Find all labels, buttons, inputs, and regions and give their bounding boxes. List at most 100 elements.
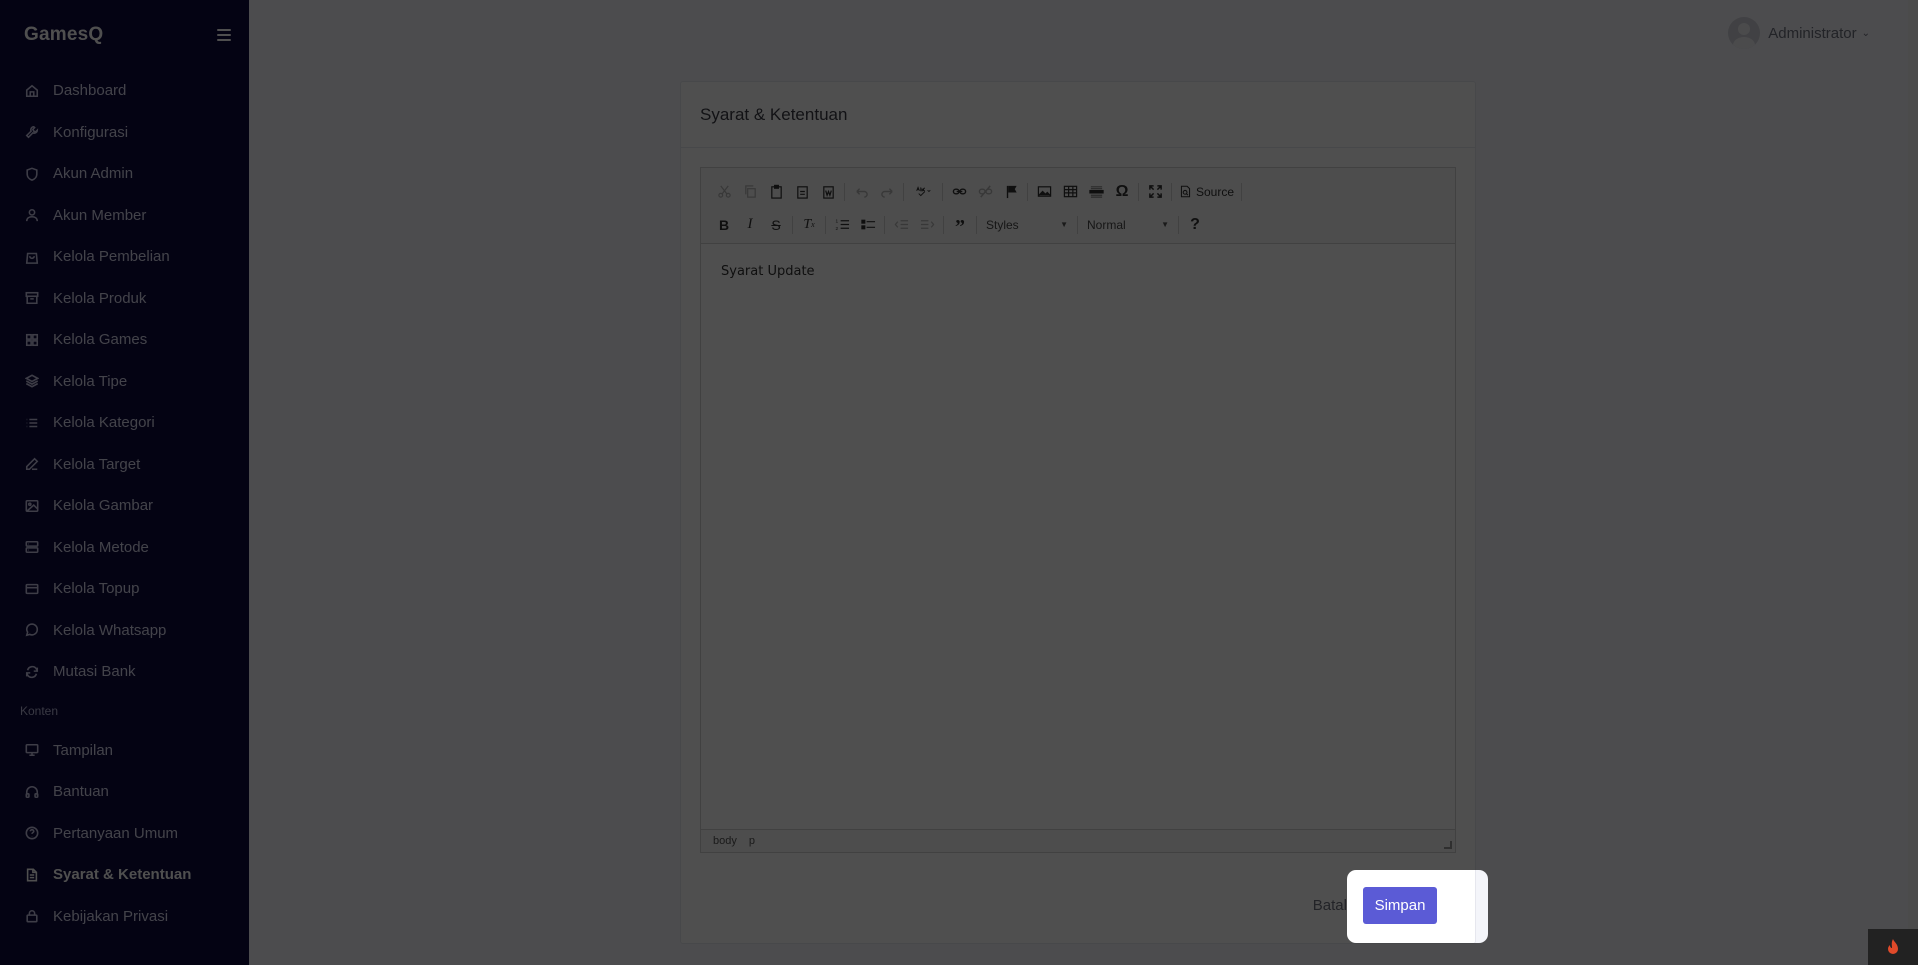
copy-icon[interactable] — [737, 180, 763, 204]
shopping-bag-icon — [25, 250, 39, 264]
element-path: body p — [701, 829, 1455, 852]
horizontal-line-icon[interactable] — [1083, 180, 1109, 204]
source-label: Source — [1196, 184, 1235, 199]
styles-dropdown[interactable]: Styles ▼ — [980, 213, 1074, 237]
sidebar-item-kebijakan-privasi[interactable]: Kebijakan Privasi — [0, 896, 249, 938]
editor-content[interactable]: Syarat Update — [701, 244, 1455, 830]
bulleted-list-icon[interactable] — [855, 213, 881, 237]
main-content: Administrator ⌄ Syarat & Ketentuan Ω Sou… — [249, 0, 1918, 965]
outdent-icon[interactable] — [888, 213, 914, 237]
server-icon — [25, 540, 39, 554]
strikethrough-icon[interactable]: S — [763, 213, 789, 237]
menu-toggle-icon[interactable] — [217, 29, 231, 41]
message-circle-icon — [25, 623, 39, 637]
undo-icon[interactable] — [848, 180, 874, 204]
maximize-icon[interactable] — [1142, 180, 1168, 204]
sidebar-item-bantuan[interactable]: Bantuan — [0, 771, 249, 813]
sidebar-item-kelola-topup[interactable]: Kelola Topup — [0, 568, 249, 610]
home-icon — [25, 84, 39, 98]
help-icon[interactable]: ? — [1182, 213, 1208, 237]
svg-text:1: 1 — [835, 219, 838, 224]
sidebar-item-label: Kelola Gambar — [53, 497, 154, 515]
chevron-down-icon: ⌄ — [1861, 27, 1870, 39]
save-button[interactable]: Simpan — [1363, 887, 1437, 924]
table-icon[interactable] — [1057, 180, 1083, 204]
paste-text-icon[interactable] — [789, 180, 815, 204]
avatar — [1728, 17, 1761, 49]
sidebar-item-kelola-gambar[interactable]: Kelola Gambar — [0, 485, 249, 527]
sidebar-item-kelola-pembelian[interactable]: Kelola Pembelian — [0, 236, 249, 278]
format-dropdown[interactable]: Normal ▼ — [1081, 213, 1175, 237]
sidebar-item-label: Dashboard — [53, 82, 127, 100]
corner-widget[interactable] — [1868, 929, 1918, 965]
sidebar-item-label: Kebijakan Privasi — [53, 907, 169, 925]
user-menu[interactable]: Administrator ⌄ — [1728, 17, 1870, 49]
rich-text-editor: Ω Source B I S T x 1 2 ” Styles ▼ Normal… — [700, 167, 1456, 853]
sidebar-item-kelola-whatsapp[interactable]: Kelola Whatsapp — [0, 610, 249, 652]
scrollbar[interactable] — [1908, 0, 1918, 965]
sidebar-item-kelola-target[interactable]: Kelola Target — [0, 444, 249, 486]
sidebar-item-kelola-produk[interactable]: Kelola Produk — [0, 278, 249, 320]
omega-icon[interactable]: Ω — [1109, 180, 1135, 204]
sidebar-item-label: Bantuan — [53, 783, 109, 801]
archive-icon — [25, 291, 39, 305]
sidebar-item-tampilan[interactable]: Tampilan — [0, 730, 249, 772]
italic-icon[interactable]: I — [737, 213, 763, 237]
paste-icon[interactable] — [763, 180, 789, 204]
anchor-flag-icon[interactable] — [998, 180, 1024, 204]
sidebar-item-label: Syarat & Ketentuan — [53, 866, 192, 884]
editor-paragraph[interactable]: Syarat Update — [721, 264, 1435, 279]
sidebar-item-mutasi-bank[interactable]: Mutasi Bank — [0, 651, 249, 693]
image-icon — [25, 499, 39, 513]
path-p[interactable]: p — [749, 835, 755, 847]
sidebar-item-kelola-games[interactable]: Kelola Games — [0, 319, 249, 361]
image-insert-icon[interactable] — [1031, 180, 1057, 204]
edit-icon — [25, 457, 39, 471]
resize-handle-icon[interactable] — [1444, 841, 1452, 849]
bold-icon[interactable]: B — [711, 213, 737, 237]
sidebar-item-label: Kelola Games — [53, 331, 148, 349]
terms-card: Syarat & Ketentuan Ω Source B I S T x 1 … — [680, 81, 1476, 944]
sidebar-item-label: Kelola Kategori — [53, 414, 155, 432]
shield-icon — [25, 167, 39, 181]
spellcheck-icon[interactable] — [907, 180, 939, 204]
link-icon[interactable] — [946, 180, 972, 204]
path-body[interactable]: body — [713, 835, 737, 847]
sidebar-item-label: Konfigurasi — [53, 123, 129, 141]
page-title: Syarat & Ketentuan — [700, 104, 848, 124]
indent-icon[interactable] — [914, 213, 940, 237]
form-actions: Batal Simpan — [1313, 887, 1437, 924]
sidebar-item-kelola-tipe[interactable]: Kelola Tipe — [0, 361, 249, 403]
user-icon — [25, 208, 39, 222]
refresh-icon — [25, 665, 39, 679]
sidebar-item-akun-member[interactable]: Akun Member — [0, 195, 249, 237]
unlink-icon[interactable] — [972, 180, 998, 204]
sidebar-item-akun-admin[interactable]: Akun Admin — [0, 153, 249, 195]
lock-icon — [25, 909, 39, 923]
card-header: Syarat & Ketentuan — [681, 82, 1475, 148]
chevron-down-icon: ▼ — [1060, 220, 1068, 229]
monitor-icon — [25, 743, 39, 757]
sidebar-nav: Dashboard Konfigurasi Akun Admin Akun Membe… — [0, 70, 249, 693]
sidebar-item-dashboard[interactable]: Dashboard — [0, 70, 249, 112]
sidebar-item-syarat-ketentuan[interactable]: Syarat & Ketentuan — [0, 854, 249, 896]
help-circle-icon — [25, 826, 39, 840]
numbered-list-icon[interactable]: 12 — [829, 213, 855, 237]
credit-card-icon — [25, 582, 39, 596]
sidebar-item-label: Kelola Whatsapp — [53, 621, 167, 639]
sidebar-item-label: Akun Member — [53, 206, 147, 224]
sidebar-item-kelola-metode[interactable]: Kelola Metode — [0, 527, 249, 569]
sidebar-item-pertanyaan-umum[interactable]: Pertanyaan Umum — [0, 813, 249, 855]
cancel-button[interactable]: Batal — [1313, 897, 1347, 914]
sidebar-item-label: Kelola Target — [53, 455, 141, 473]
remove-format-icon[interactable]: Tx — [796, 213, 822, 237]
redo-icon[interactable] — [874, 180, 900, 204]
cut-icon[interactable] — [711, 180, 737, 204]
source-button[interactable]: Source — [1175, 185, 1238, 199]
sidebar-item-label: Tampilan — [53, 741, 114, 759]
paste-word-icon[interactable] — [815, 180, 841, 204]
blockquote-icon[interactable]: ” — [947, 213, 973, 238]
sidebar-item-label: Kelola Pembelian — [53, 248, 170, 266]
sidebar-item-konfigurasi[interactable]: Konfigurasi — [0, 112, 249, 154]
sidebar-item-kelola-kategori[interactable]: Kelola Kategori — [0, 402, 249, 444]
